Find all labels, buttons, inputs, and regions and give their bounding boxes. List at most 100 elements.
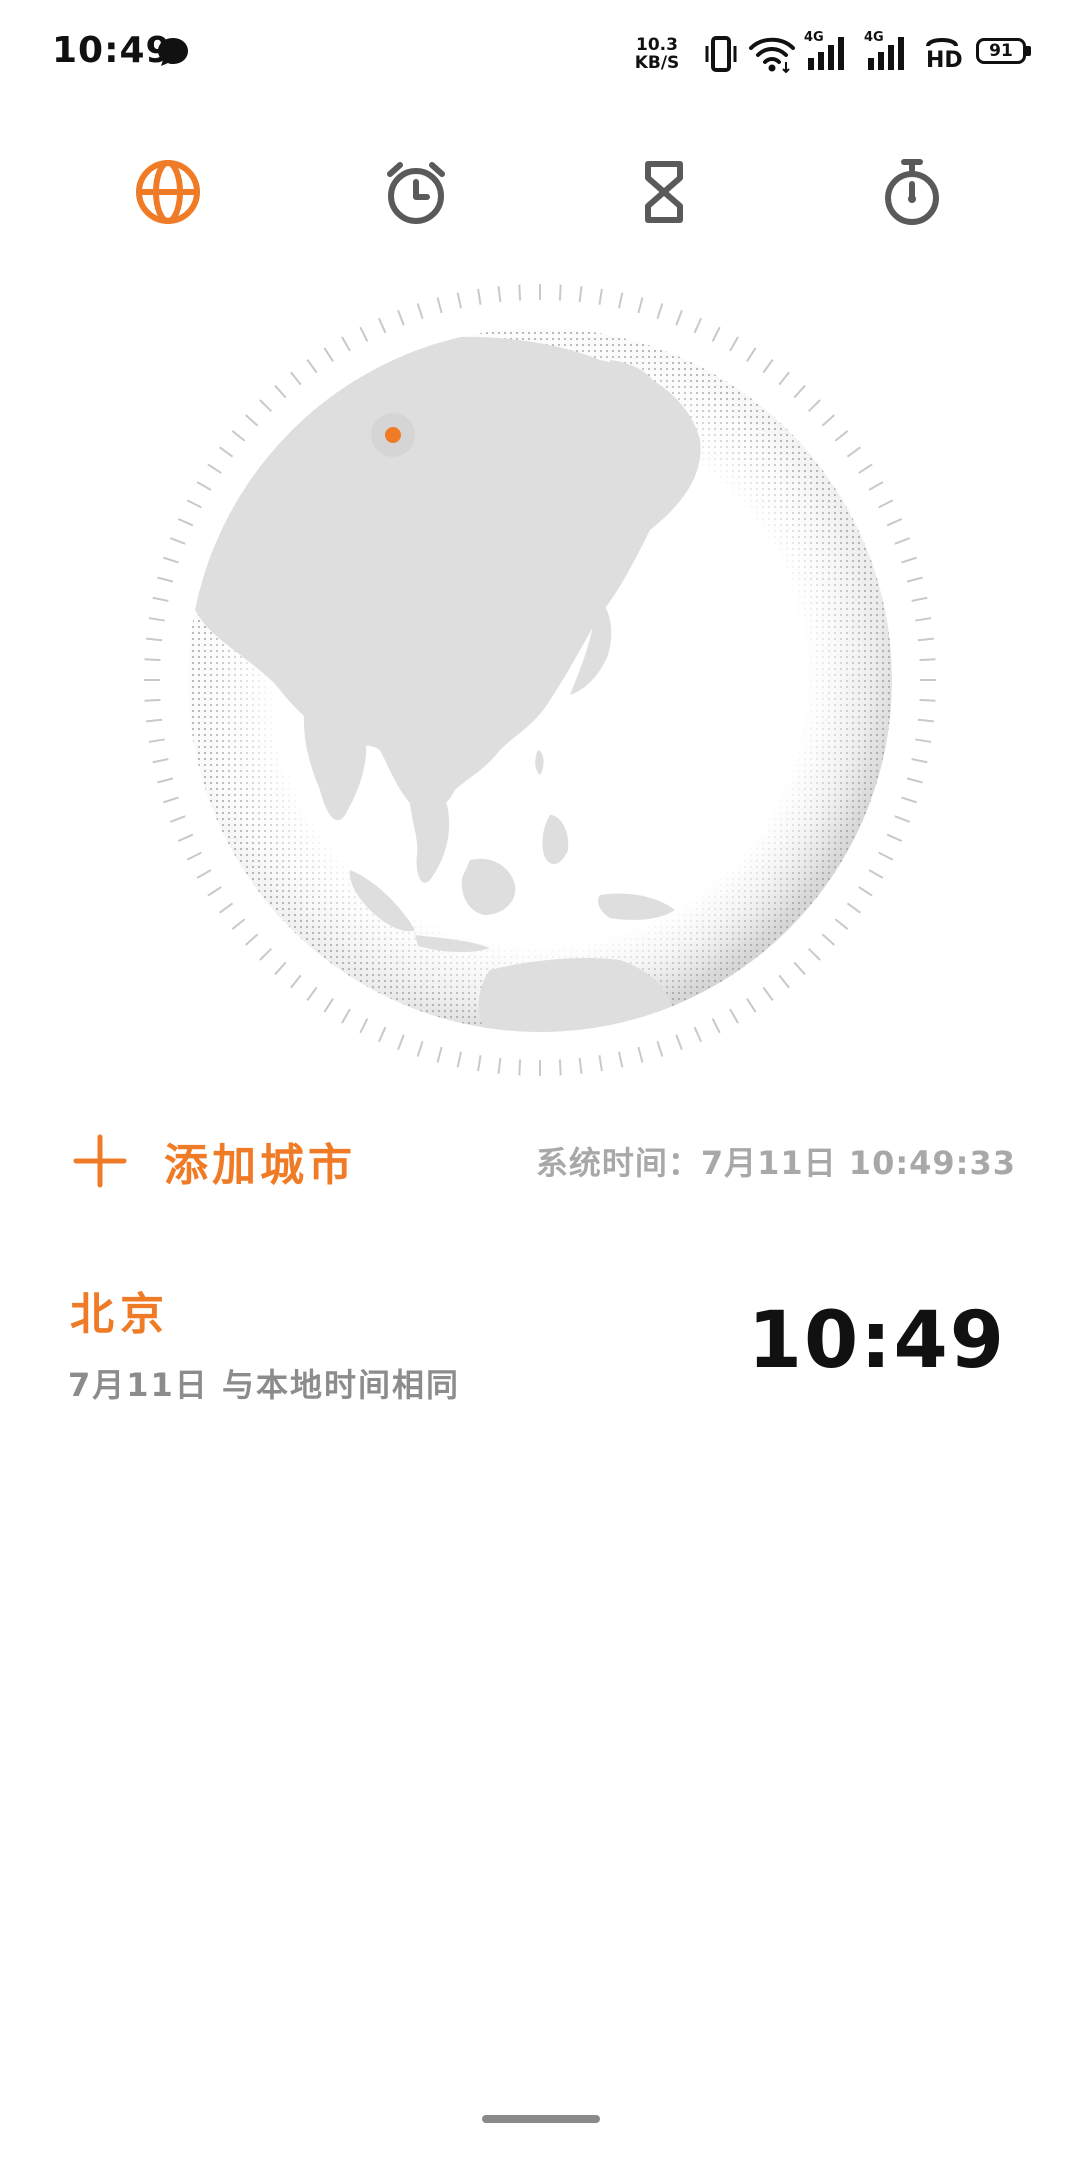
tick-mark — [477, 288, 482, 305]
tick-mark — [169, 815, 186, 823]
plus-icon — [73, 1134, 127, 1188]
tick-mark — [868, 869, 884, 879]
tick-mark — [834, 430, 849, 442]
tick-mark — [416, 303, 424, 319]
hd-label: HD — [926, 48, 963, 73]
tick-mark — [436, 297, 443, 314]
tab-stopwatch[interactable] — [872, 152, 952, 232]
tick-mark — [341, 336, 351, 352]
tick-mark — [693, 317, 702, 334]
tick-mark — [578, 286, 583, 303]
tick-mark — [746, 347, 757, 362]
tick-mark — [146, 637, 163, 642]
tick-mark — [637, 1046, 644, 1063]
tick-mark — [558, 284, 562, 301]
tick-mark — [846, 446, 861, 458]
signal-2: 4G — [864, 30, 912, 74]
tab-alarm[interactable] — [376, 152, 456, 232]
tick-mark — [793, 385, 806, 399]
alarm-clock-icon — [387, 162, 445, 224]
tick-mark — [656, 1041, 664, 1057]
tick-mark — [497, 1057, 502, 1074]
tick-mark — [290, 371, 302, 386]
tick-mark — [711, 1018, 721, 1034]
tab-timer[interactable] — [624, 152, 704, 232]
tick-mark — [323, 998, 334, 1013]
wifi-icon — [749, 37, 795, 74]
tick-mark — [245, 414, 259, 427]
globe-illustration — [144, 284, 936, 1076]
tick-mark — [477, 1055, 482, 1072]
location-marker[interactable] — [385, 427, 401, 443]
city-date-offset: 7月11日 与本地时间相同 — [68, 1366, 460, 1404]
tick-mark — [231, 430, 246, 442]
tick-mark — [378, 317, 387, 334]
tick-mark — [163, 796, 179, 804]
tick-mark — [378, 1026, 387, 1043]
tick-mark — [323, 347, 334, 362]
city-time: 10:49 — [747, 1296, 1006, 1386]
tick-mark — [219, 446, 234, 458]
tab-world-clock[interactable] — [128, 152, 208, 232]
tick-mark — [359, 326, 369, 342]
tick-mark — [148, 617, 165, 622]
tick-mark — [177, 833, 194, 842]
tick-mark — [675, 1034, 683, 1051]
tick-mark — [186, 499, 202, 509]
tick-mark — [231, 918, 246, 930]
stopwatch-icon — [885, 159, 939, 225]
tick-mark — [518, 284, 522, 301]
tick-mark — [906, 777, 923, 784]
tick-mark — [821, 414, 835, 427]
tick-mark — [196, 481, 212, 491]
tick-mark — [858, 886, 873, 897]
tick-mark — [397, 1034, 405, 1051]
tick-mark — [558, 1059, 562, 1076]
tick-mark — [762, 359, 774, 374]
vibrate-icon — [705, 36, 737, 72]
tick-mark — [219, 902, 234, 914]
tick-mark — [578, 1057, 583, 1074]
tick-mark — [675, 309, 683, 326]
city-name: 北京 — [70, 1289, 170, 1340]
battery: 91 — [976, 38, 1034, 68]
home-indicator[interactable] — [482, 2115, 600, 2123]
world-globe[interactable] — [130, 270, 950, 1090]
tick-mark — [456, 1051, 462, 1068]
tick-mark — [846, 902, 861, 914]
tick-mark — [919, 658, 936, 662]
tick-mark — [416, 1041, 424, 1057]
tick-mark — [157, 777, 174, 784]
tick-mark — [762, 986, 774, 1001]
tick-mark — [259, 947, 273, 961]
cellular-signal-icon — [868, 37, 904, 70]
tick-mark — [915, 617, 932, 622]
hd-voice: HD — [922, 34, 963, 74]
tick-mark — [144, 698, 161, 702]
tick-mark — [152, 758, 169, 764]
add-city-button[interactable]: 添加城市 — [72, 1126, 356, 1196]
tick-mark — [497, 286, 502, 303]
tick-mark — [163, 556, 179, 564]
tick-mark — [152, 596, 169, 602]
tick-mark — [196, 869, 212, 879]
system-time: 系统时间：7月11日 10:49:33 — [535, 1144, 1016, 1182]
tick-mark — [306, 359, 318, 374]
tick-mark — [917, 637, 934, 642]
tick-mark — [598, 288, 603, 305]
tick-mark — [618, 1051, 624, 1068]
tick-mark — [274, 385, 287, 399]
network-speed: 10.3 KB/S — [632, 36, 682, 72]
tick-mark — [598, 1055, 603, 1072]
tick-mark — [341, 1008, 351, 1024]
signal-1: 4G — [804, 30, 852, 74]
tick-mark — [878, 499, 894, 509]
tick-mark — [778, 371, 790, 386]
tick-mark — [868, 481, 884, 491]
tick-mark — [878, 851, 894, 861]
tick-mark — [274, 961, 287, 975]
tick-mark — [778, 974, 790, 989]
tick-mark — [144, 658, 161, 662]
tick-mark — [911, 596, 928, 602]
tick-mark — [618, 292, 624, 309]
